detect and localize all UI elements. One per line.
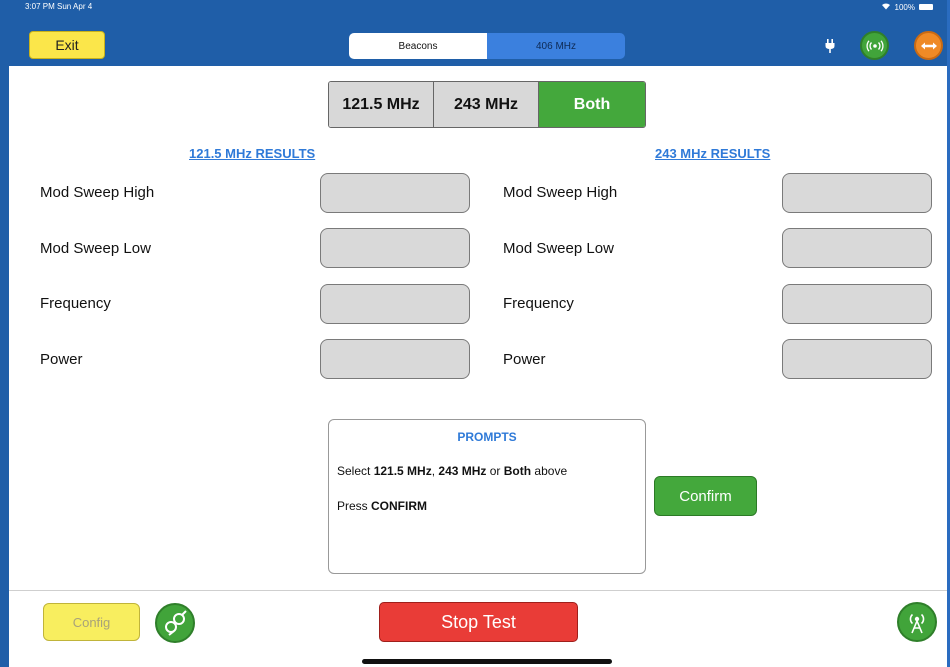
field-mod-sweep-low-right xyxy=(782,228,932,268)
home-indicator xyxy=(362,659,612,664)
field-power-right xyxy=(782,339,932,379)
prompts-title: PROMPTS xyxy=(457,430,517,444)
status-indicators: 100% xyxy=(881,2,933,12)
cable-connection-icon[interactable] xyxy=(155,603,195,643)
footer-divider xyxy=(9,590,947,591)
mode-tabs: Beacons 406 MHz xyxy=(349,33,625,59)
frequency-selector: 121.5 MHz 243 MHz Both xyxy=(328,81,646,128)
field-frequency-left xyxy=(320,284,470,324)
plug-icon xyxy=(824,39,836,53)
arrows-icon[interactable] xyxy=(914,31,943,60)
label-frequency-left: Frequency xyxy=(40,295,111,312)
label-mod-sweep-high-right: Mod Sweep High xyxy=(503,184,618,201)
prompts-panel: PROMPTS Select 121.5 MHz, 243 MHz or Bot… xyxy=(328,419,646,574)
tab-406-mhz[interactable]: 406 MHz xyxy=(487,33,625,59)
field-frequency-right xyxy=(782,284,932,324)
config-button[interactable]: Config xyxy=(43,603,140,641)
field-mod-sweep-low-left xyxy=(320,228,470,268)
top-nav-bar: 3:07 PM Sun Apr 4 100% Exit Beacons 406 … xyxy=(9,0,947,66)
signal-icon[interactable] xyxy=(860,31,889,60)
results-heading-121-5[interactable]: 121.5 MHz RESULTS xyxy=(189,146,315,161)
freq-option-243[interactable]: 243 MHz xyxy=(434,82,539,127)
field-mod-sweep-high-left xyxy=(320,173,470,213)
tab-beacons[interactable]: Beacons xyxy=(349,33,487,59)
exit-button[interactable]: Exit xyxy=(29,31,105,59)
label-power-left: Power xyxy=(40,351,83,368)
label-frequency-right: Frequency xyxy=(503,295,574,312)
frame-left-border xyxy=(0,0,9,667)
battery-percent: 100% xyxy=(894,2,915,12)
field-power-left xyxy=(320,339,470,379)
field-mod-sweep-high-right xyxy=(782,173,932,213)
label-mod-sweep-low-left: Mod Sweep Low xyxy=(40,240,151,257)
prompt-line-select: Select 121.5 MHz, 243 MHz or Both above xyxy=(337,464,568,478)
label-mod-sweep-high-left: Mod Sweep High xyxy=(40,184,155,201)
status-time: 3:07 PM Sun Apr 4 xyxy=(25,2,93,11)
battery-icon xyxy=(919,4,933,10)
freq-option-both[interactable]: Both xyxy=(539,82,645,127)
results-heading-243[interactable]: 243 MHz RESULTS xyxy=(655,146,770,161)
freq-option-121-5[interactable]: 121.5 MHz xyxy=(329,82,434,127)
prompt-line-confirm: Press CONFIRM xyxy=(337,499,428,513)
label-mod-sweep-low-right: Mod Sweep Low xyxy=(503,240,614,257)
antenna-icon[interactable] xyxy=(897,602,937,642)
stop-test-button[interactable]: Stop Test xyxy=(379,602,578,642)
wifi-icon xyxy=(881,2,891,12)
confirm-button[interactable]: Confirm xyxy=(654,476,757,516)
label-power-right: Power xyxy=(503,351,546,368)
